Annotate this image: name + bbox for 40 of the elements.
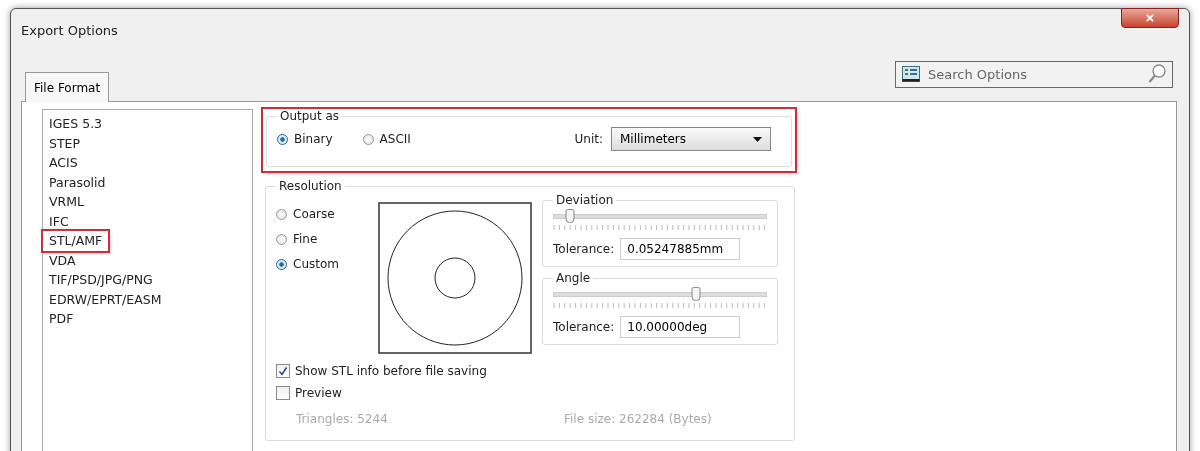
format-item[interactable]: Parasolid (46, 172, 109, 192)
checkbox-option[interactable]: Preview (276, 386, 342, 400)
slider-thumb[interactable] (565, 209, 575, 223)
search-field[interactable]: Search Options (895, 61, 1173, 88)
unit-dropdown[interactable]: Millimeters (611, 127, 771, 151)
format-item[interactable]: IGES 5.3 (46, 114, 106, 134)
format-item[interactable]: ACIS (46, 153, 81, 173)
checkbox-option[interactable]: Show STL info before file saving (276, 364, 487, 378)
group-title: Angle (555, 271, 592, 285)
group-title: Deviation (555, 193, 615, 207)
radio-option[interactable]: ASCII (362, 132, 411, 146)
tab[interactable]: File Format (25, 72, 110, 102)
caret-icon (753, 136, 762, 142)
tolerance-field[interactable]: 0.05247885mm (620, 238, 741, 260)
triangle-count: Triangles: 5244 (295, 412, 389, 426)
window-title: Export Options (21, 22, 118, 38)
search-icon (1148, 64, 1166, 84)
tolerance-label: Tolerance: (553, 242, 615, 256)
tolerance-label: Tolerance: (553, 320, 615, 334)
format-item[interactable]: IFC (46, 211, 72, 231)
radio-option[interactable]: Custom (276, 257, 368, 271)
slider-thumb[interactable] (691, 287, 701, 301)
format-item[interactable]: EDRW/EPRT/EASM (46, 289, 165, 309)
group-title: Resolution (278, 179, 343, 193)
format-item[interactable]: VRML (46, 192, 87, 212)
radio-option[interactable]: Coarse (276, 207, 368, 221)
tolerance-field[interactable]: 10.00000deg (620, 316, 741, 338)
slider-track[interactable] (553, 209, 767, 223)
radio-option[interactable]: Fine (276, 232, 368, 246)
slider-track[interactable] (553, 287, 767, 301)
group-title: Output as (279, 109, 341, 123)
format-item[interactable]: PDF (46, 309, 77, 329)
format-item[interactable]: VDA (46, 250, 79, 270)
format-item[interactable]: STEP (46, 133, 83, 153)
format-item[interactable]: STL/AMF (43, 231, 109, 251)
radio-option[interactable]: Binary (277, 132, 333, 146)
file-size: File size: 262284 (Bytes) (564, 412, 712, 426)
unit-label: Unit: (574, 132, 603, 146)
list-icon (902, 66, 920, 82)
format-item[interactable]: TIF/PSD/JPG/PNG (46, 270, 156, 290)
